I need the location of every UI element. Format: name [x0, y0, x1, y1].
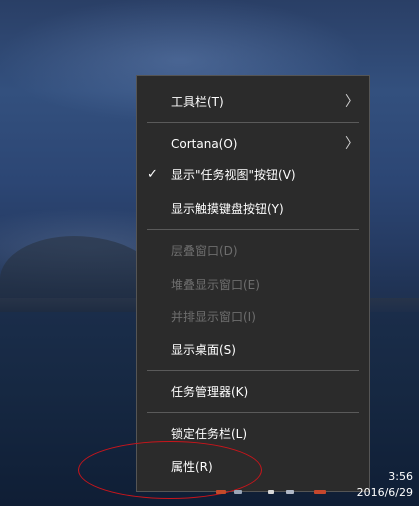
menu-separator [147, 229, 359, 230]
menu-separator [147, 412, 359, 413]
submenu-arrow-icon: 〉 [345, 136, 359, 152]
menu-item-stack-windows: 堆叠显示窗口(E) [137, 270, 369, 300]
menu-item-cortana[interactable]: Cortana(O) 〉 [137, 129, 369, 159]
network-icon[interactable] [268, 490, 274, 494]
menu-item-label: 显示触摸键盘按钮(Y) [171, 202, 284, 216]
menu-item-cascade-windows: 层叠窗口(D) [137, 236, 369, 266]
checkmark-icon: ✓ [147, 167, 158, 182]
tray-app-icon[interactable] [216, 490, 226, 494]
taskbar-context-menu: 工具栏(T) 〉 Cortana(O) 〉 ✓ 显示"任务视图"按钮(V) 显示… [136, 75, 370, 492]
menu-separator [147, 122, 359, 123]
menu-item-label: 任务管理器(K) [171, 385, 249, 399]
menu-item-label: 堆叠显示窗口(E) [171, 278, 260, 292]
menu-item-label: 工具栏(T) [171, 95, 224, 109]
menu-item-side-by-side-windows: 并排显示窗口(I) [137, 302, 369, 332]
system-tray-icons [216, 488, 346, 498]
menu-item-label: 并排显示窗口(I) [171, 310, 256, 324]
menu-item-show-touch-keyboard-button[interactable]: 显示触摸键盘按钮(Y) [137, 194, 369, 224]
menu-item-label: Cortana(O) [171, 137, 238, 151]
submenu-arrow-icon: 〉 [345, 94, 359, 110]
menu-separator [147, 370, 359, 371]
menu-item-task-manager[interactable]: 任务管理器(K) [137, 377, 369, 407]
tray-app-icon[interactable] [234, 490, 242, 494]
menu-item-label: 层叠窗口(D) [171, 244, 238, 258]
menu-item-toolbars[interactable]: 工具栏(T) 〉 [137, 87, 369, 117]
menu-item-show-desktop[interactable]: 显示桌面(S) [137, 335, 369, 365]
menu-item-label: 显示"任务视图"按钮(V) [171, 168, 296, 182]
menu-item-label: 显示桌面(S) [171, 343, 236, 357]
tray-app-icon[interactable] [314, 490, 326, 494]
menu-item-show-task-view-button[interactable]: ✓ 显示"任务视图"按钮(V) [137, 160, 369, 190]
taskbar-clock[interactable]: 3:56 2016/6/29 [357, 469, 413, 501]
clock-time: 3:56 [388, 470, 413, 483]
clock-date: 2016/6/29 [356, 486, 413, 499]
volume-icon[interactable] [286, 490, 294, 494]
desktop-background: 工具栏(T) 〉 Cortana(O) 〉 ✓ 显示"任务视图"按钮(V) 显示… [0, 0, 419, 506]
